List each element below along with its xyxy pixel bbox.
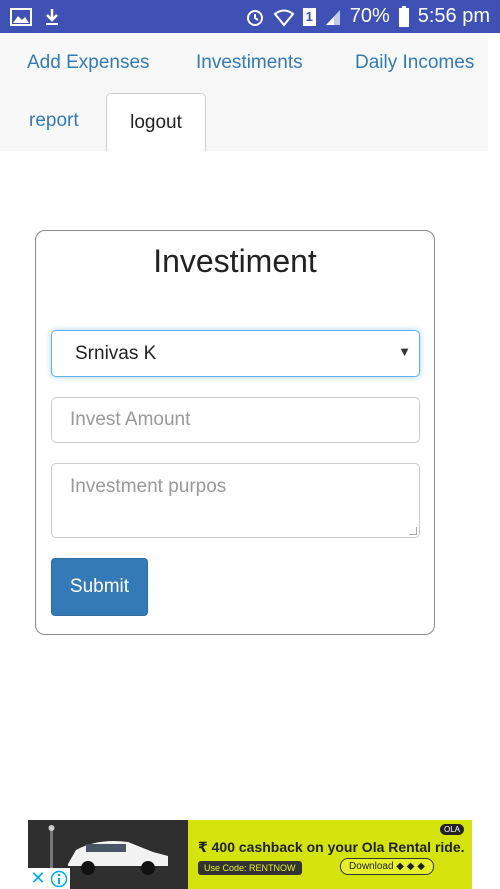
navbar: Add Expenses Investiments Daily Incomes …: [0, 33, 488, 151]
nav-add-expenses[interactable]: Add Expenses: [27, 52, 150, 74]
ad-banner[interactable]: OLA ₹ 400 cashback on your Ola Rental ri…: [28, 820, 472, 889]
resize-grip-icon[interactable]: [409, 527, 417, 535]
ola-logo: OLA: [439, 824, 464, 835]
nav-logout[interactable]: logout: [106, 93, 206, 151]
clock-time: 5:56 pm: [417, 5, 490, 27]
nav-investments[interactable]: Investiments: [196, 52, 303, 74]
ad-promo-code: Use Code: RENTNOW: [198, 861, 302, 875]
ad-info-icon[interactable]: [48, 868, 70, 889]
battery-percent: 70%: [349, 5, 390, 27]
ad-close-icon[interactable]: ✕: [28, 868, 48, 889]
submit-button[interactable]: Submit: [51, 558, 148, 616]
ad-headline: ₹ 400 cashback on your Ola Rental ride.: [198, 839, 465, 855]
ad-download-label: Download: [349, 861, 394, 872]
store-icons: ◆ ◆ ◆: [393, 861, 425, 872]
alarm-icon: [245, 7, 265, 27]
status-bar: 1 70% 5:56 pm: [0, 0, 500, 33]
investment-purpose-textarea[interactable]: Investment purpos: [51, 463, 420, 538]
ad-offer-panel: OLA ₹ 400 cashback on your Ola Rental ri…: [188, 820, 472, 889]
nav-report[interactable]: report: [29, 110, 79, 132]
gallery-icon: [10, 7, 32, 27]
investment-purpose-placeholder: Investment purpos: [70, 476, 227, 497]
nav-daily-incomes[interactable]: Daily Incomes: [355, 52, 474, 74]
wifi-icon: [273, 7, 295, 27]
investment-form-card: Investiment Srnivas K ▼ Invest Amount In…: [35, 230, 435, 635]
dropdown-arrow-icon: ▼: [398, 344, 411, 359]
battery-icon: [398, 5, 410, 28]
signal-icon: [324, 8, 342, 26]
download-icon: [44, 7, 60, 27]
form-title: Investiment: [153, 243, 317, 279]
status-right: 1 70% 5:56 pm: [245, 5, 490, 28]
sim-icon: 1: [302, 7, 316, 26]
invest-amount-input[interactable]: Invest Amount: [51, 397, 420, 443]
status-left: [10, 7, 60, 27]
person-select-value: Srnivas K: [75, 342, 157, 364]
person-select[interactable]: Srnivas K ▼: [51, 330, 420, 377]
ad-download-button[interactable]: Download ◆ ◆ ◆: [340, 858, 434, 875]
